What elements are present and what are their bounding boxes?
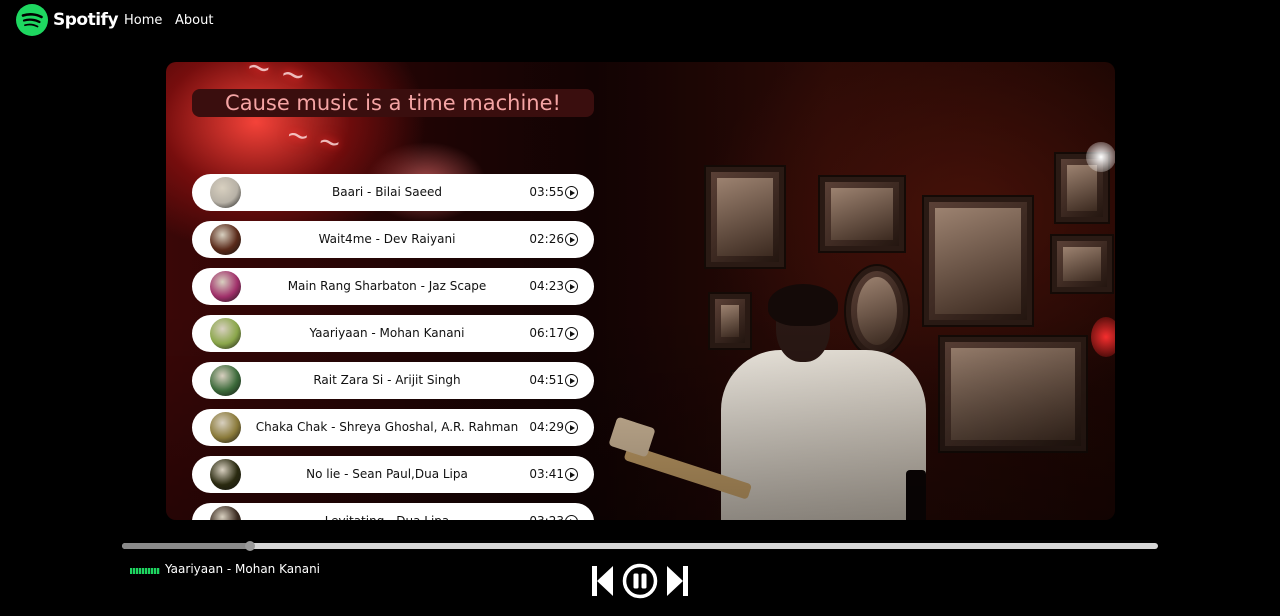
song-thumbnail xyxy=(210,365,241,396)
next-icon[interactable] xyxy=(664,563,690,599)
navbar: Spotify Home About xyxy=(0,0,1280,42)
now-playing-title: Yaariyaan - Mohan Kanani xyxy=(165,562,321,576)
song-thumbnail xyxy=(210,224,241,255)
progress-fill xyxy=(122,543,251,549)
progress-bar[interactable] xyxy=(122,541,1158,551)
song-thumbnail xyxy=(210,318,241,349)
song-title: No lie - Sean Paul,Dua Lipa xyxy=(306,467,468,481)
song-thumbnail xyxy=(210,271,241,302)
song-item[interactable]: No lie - Sean Paul,Dua Lipa 03:41 xyxy=(192,456,594,493)
song-thumbnail xyxy=(210,177,241,208)
player-controls xyxy=(590,563,690,599)
play-circle-icon[interactable] xyxy=(565,233,578,246)
progress-thumb[interactable] xyxy=(245,541,256,551)
song-item[interactable]: Baari - Bilai Saeed 03:55 xyxy=(192,174,594,211)
song-thumbnail xyxy=(210,412,241,443)
now-playing: Yaariyaan - Mohan Kanani xyxy=(130,561,320,577)
previous-icon[interactable] xyxy=(590,563,616,599)
play-circle-icon[interactable] xyxy=(565,280,578,293)
song-item[interactable]: Levitating - Dua Lipa 03:23 xyxy=(192,503,594,520)
spotify-logo-icon[interactable] xyxy=(16,4,48,36)
brand-name[interactable]: Spotify xyxy=(53,10,119,30)
play-circle-icon[interactable] xyxy=(565,468,578,481)
song-list[interactable]: Baari - Bilai Saeed 03:55 Wait4me - Dev … xyxy=(192,174,594,520)
song-duration: 03:23 xyxy=(529,503,564,520)
song-title: Wait4me - Dev Raiyani xyxy=(318,232,456,246)
song-item[interactable]: Chaka Chak - Shreya Ghoshal, A.R. Rahman… xyxy=(192,409,594,446)
song-item[interactable]: Wait4me - Dev Raiyani 02:26 xyxy=(192,221,594,258)
play-circle-icon[interactable] xyxy=(565,421,578,434)
play-circle-icon[interactable] xyxy=(565,327,578,340)
tagline: Cause music is a time machine! xyxy=(192,89,594,117)
song-thumbnail xyxy=(210,506,241,520)
song-title: Main Rang Sharbaton - Jaz Scape xyxy=(287,279,487,293)
song-duration: 06:17 xyxy=(529,326,564,340)
song-title: Chaka Chak - Shreya Ghoshal, A.R. Rahman xyxy=(255,420,519,434)
song-duration: 02:26 xyxy=(529,232,564,246)
song-item[interactable]: Rait Zara Si - Arijit Singh 04:51 xyxy=(192,362,594,399)
song-item[interactable]: Main Rang Sharbaton - Jaz Scape 04:23 xyxy=(192,268,594,305)
song-duration: 04:51 xyxy=(529,373,564,387)
song-title: Levitating - Dua Lipa xyxy=(250,503,524,520)
song-duration: 03:41 xyxy=(529,467,564,481)
pause-icon[interactable] xyxy=(622,563,658,599)
play-circle-icon[interactable] xyxy=(565,186,578,199)
song-duration: 04:23 xyxy=(529,279,564,293)
song-title: Rait Zara Si - Arijit Singh xyxy=(313,373,461,387)
nav-about-link[interactable]: About xyxy=(175,13,213,28)
song-title: Baari - Bilai Saeed xyxy=(332,185,442,199)
play-circle-icon[interactable] xyxy=(565,515,578,520)
song-thumbnail xyxy=(210,459,241,490)
song-duration: 04:29 xyxy=(529,420,564,434)
play-circle-icon[interactable] xyxy=(565,374,578,387)
nav-home-link[interactable]: Home xyxy=(124,13,162,28)
hero-banner: ~ ~ ~ ~ Cause music is a time machine! B… xyxy=(166,62,1115,520)
equalizer-icon xyxy=(130,567,160,574)
song-item[interactable]: Yaariyaan - Mohan Kanani 06:17 xyxy=(192,315,594,352)
song-duration: 03:55 xyxy=(529,185,564,199)
song-title: Yaariyaan - Mohan Kanani xyxy=(309,326,465,340)
